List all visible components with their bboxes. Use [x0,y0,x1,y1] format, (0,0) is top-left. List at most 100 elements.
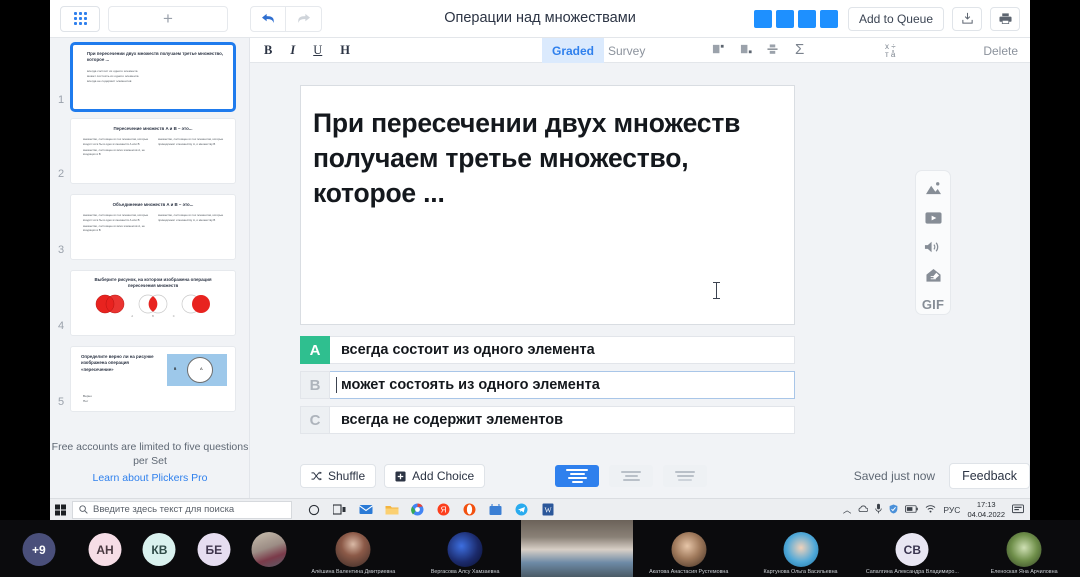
italic-button[interactable]: I [290,43,295,58]
slide-thumbnail-4[interactable]: Выберите рисунок, на котором изображена … [70,270,236,336]
add-to-queue-button[interactable]: Add to Queue [847,6,944,31]
align-left-button[interactable] [555,465,600,487]
onedrive-icon[interactable] [858,504,869,515]
participant-tile[interactable]: Вергасова Алсу Хамзаевна [409,520,521,577]
list-item[interactable]: 4 Выберите рисунок, на котором изображен… [50,268,250,344]
battery-icon[interactable] [905,504,919,515]
network-icon[interactable] [925,504,936,515]
slide-thumbnail-1[interactable]: При пересечении двух множеств получаем т… [70,42,236,112]
formula-button[interactable]: Σ [795,41,804,58]
word-icon[interactable]: W [540,502,555,517]
print-button[interactable] [990,6,1020,31]
insert-video-button[interactable] [922,208,944,227]
clock-time: 17:13 [976,500,996,510]
slide-options-right: множество, состоящее из тех элементов, к… [158,213,227,234]
participant-tile[interactable]: Картунова Ольга Васильевна [745,520,857,577]
store-icon[interactable] [488,502,503,517]
participant-tile[interactable]: БЕ [187,520,241,577]
language-indicator[interactable]: РУС [943,505,960,515]
choice-letter-c[interactable]: C [300,406,330,434]
start-button[interactable] [50,504,72,516]
slide-thumbnail-2[interactable]: Пересечение множеств A и B – это... множ… [70,118,236,184]
venn-right-only-icon [181,294,210,314]
participant-tile[interactable]: +9 [0,520,78,577]
choice-text-a[interactable]: всегда состоит из одного элемента [330,336,795,364]
slide-thumbnail-3[interactable]: Объединение множеств A и B – это... множ… [70,194,236,260]
mail-icon[interactable] [358,502,373,517]
participant-tile[interactable]: КВ [132,520,186,577]
chevron-up-icon[interactable]: ︿ [843,504,852,516]
participant-tile[interactable]: Еленоская Яна Арчиловна [968,520,1080,577]
choice-text-b[interactable]: может состоять из одного элемента [330,371,795,399]
tab-graded[interactable]: Graded [542,38,605,63]
plickers-pro-link[interactable]: Learn about Plickers Pro [50,472,250,484]
notification-icon[interactable] [1012,503,1024,516]
explorer-icon[interactable] [384,502,399,517]
underline-button[interactable]: U [313,43,322,58]
slide-thumbnail-5[interactable]: Определите верно ли на рисунке изображен… [70,346,236,412]
insert-image-button[interactable] [922,179,944,198]
insert-gif-button[interactable]: GIF [922,295,944,314]
taskbar-clock[interactable]: 17:13 04.04.2022 [967,500,1005,519]
security-icon[interactable] [889,504,898,516]
question-card[interactable]: При пересечении двух множеств получаем т… [300,85,795,325]
list-item[interactable]: C всегда не содержит элементов [300,406,795,434]
venn-diagram-row [71,292,235,314]
task-view-icon[interactable] [332,502,347,517]
heading-button[interactable]: H [340,43,350,58]
cortana-circle-icon[interactable] [306,502,321,517]
slide-option: множество, состоящее из тех элементов, к… [158,213,224,222]
opera-icon[interactable] [462,502,477,517]
slides-sidebar[interactable]: 1 При пересечении двух множеств получаем… [50,38,250,498]
format-toolbar: B I U H Graded Survey Σ x ÷ т å Delete [250,38,1030,63]
delete-button[interactable]: Delete [983,44,1018,58]
undo-button[interactable] [250,5,286,32]
video-conference-strip: +9 АН КВ БЕ Алёшина Валентина Дмитриевна… [0,520,1080,577]
participant-tile[interactable]: АН [78,520,132,577]
participant-tile[interactable] [241,520,297,577]
align-compact-button[interactable] [663,465,708,487]
choice-text-c[interactable]: всегда не содержит элементов [330,406,795,434]
telegram-icon[interactable] [514,502,529,517]
participant-tile[interactable]: СВ Сапалгина Александра Владимиро... [856,520,968,577]
participant-name: Картунова Ольга Васильевна [763,569,838,575]
list-item[interactable]: 3 Объединение множеств A и B – это... мн… [50,192,250,268]
chrome-icon[interactable] [410,502,425,517]
list-item[interactable]: A всегда состоит из одного элемента [300,336,795,364]
add-choice-button[interactable]: Add Choice [384,464,486,488]
svg-text:W: W [544,506,552,515]
card-indicator [797,9,816,28]
insert-audio-button[interactable] [922,237,944,256]
download-button[interactable] [952,6,982,31]
participant-video-tile[interactable] [521,520,633,577]
participant-tile[interactable]: Акатова Анастасия Рустемовна [633,520,745,577]
vertical-align-button[interactable] [767,43,778,59]
image-bottom-button[interactable] [740,43,753,59]
image-position-button[interactable] [712,43,725,59]
participant-tile[interactable]: Алёшина Валентина Дмитриевна [297,520,409,577]
apps-grid-button[interactable] [60,5,100,32]
bold-button[interactable]: B [264,43,272,58]
feedback-button[interactable]: Feedback [949,463,1030,489]
taskbar-search-input[interactable]: Введите здесь текст для поиска [72,500,292,519]
slide-number: 2 [58,168,65,180]
insert-drawing-button[interactable] [922,266,944,285]
question-text[interactable]: При пересечении двух множеств получаем т… [301,86,794,212]
vertical-align-icon [767,44,778,54]
choice-letter-b[interactable]: B [300,371,330,399]
mic-icon[interactable] [875,503,883,516]
align-center-button[interactable] [609,465,654,487]
tab-survey[interactable]: Survey [598,38,655,63]
redo-button[interactable] [286,5,322,32]
list-item[interactable]: B может состоять из одного элемента [300,371,795,399]
clock-date: 04.04.2022 [967,509,1005,519]
choice-letter-a[interactable]: A [300,336,330,364]
list-item[interactable]: 1 При пересечении двух множеств получаем… [50,38,250,116]
list-item[interactable]: 2 Пересечение множеств A и B – это... мн… [50,116,250,192]
shuffle-button[interactable]: Shuffle [300,464,377,488]
shuffle-label: Shuffle [328,469,366,483]
yandex-icon[interactable]: Я [436,502,451,517]
text-size-button[interactable]: x ÷ т å [885,42,896,60]
new-item-button[interactable]: + [108,5,228,32]
list-item[interactable]: 5 Определите верно ли на рисунке изображ… [50,344,250,420]
